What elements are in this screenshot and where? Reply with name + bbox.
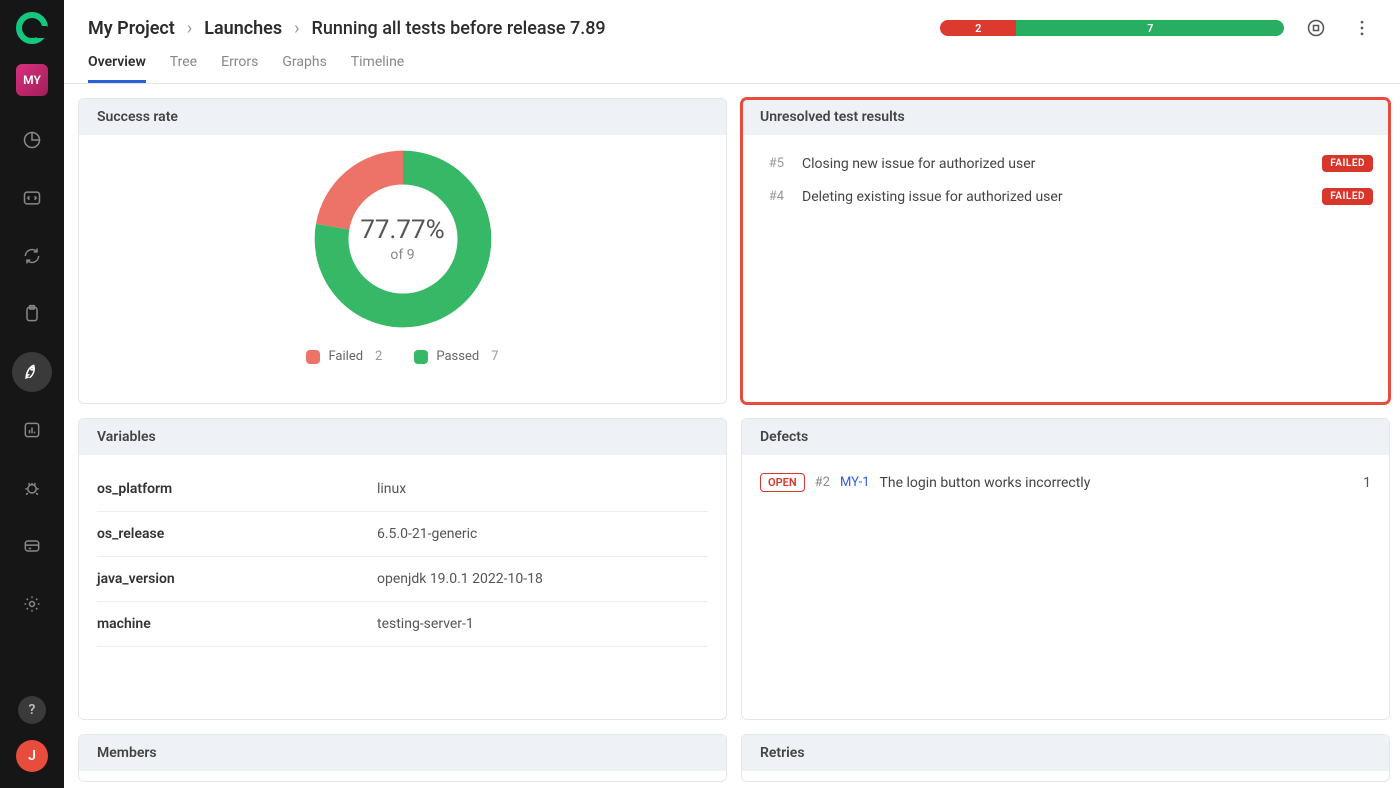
more-vert-icon[interactable] — [1348, 14, 1376, 42]
failed-badge: FAILED — [1322, 188, 1373, 205]
success-of-total: of 9 — [360, 247, 444, 263]
defect-title: The login button works incorrectly — [880, 475, 1091, 491]
project-badge[interactable]: MY — [16, 64, 48, 96]
legend-passed-count: 7 — [491, 349, 498, 364]
app-logo[interactable] — [16, 12, 48, 44]
pie-chart-icon[interactable] — [12, 120, 52, 160]
test-row[interactable]: #5 Closing new issue for authorized user… — [758, 147, 1373, 180]
variable-value: testing-server-1 — [377, 616, 474, 632]
tab-errors[interactable]: Errors — [221, 54, 258, 83]
card-icon[interactable] — [12, 526, 52, 566]
card-members: Members — [78, 734, 727, 782]
test-row[interactable]: #4 Deleting existing issue for authorize… — [758, 180, 1373, 213]
breadcrumb-project[interactable]: My Project — [88, 18, 175, 39]
card-header: Defects — [742, 419, 1389, 455]
defect-count: 1 — [1363, 475, 1371, 491]
defect-number: #2 — [815, 475, 830, 490]
card-unresolved-tests: Unresolved test results #5 Closing new i… — [741, 98, 1390, 404]
refresh-icon[interactable] — [12, 236, 52, 276]
test-name: Closing new issue for authorized user — [802, 156, 1304, 172]
breadcrumb: My Project › Launches › Running all test… — [88, 18, 606, 39]
defect-code-link[interactable]: MY-1 — [840, 475, 870, 490]
legend-passed[interactable]: Passed 7 — [414, 349, 498, 364]
tab-timeline[interactable]: Timeline — [351, 54, 404, 83]
variable-key: java_version — [97, 571, 377, 587]
legend-swatch-passed — [414, 350, 428, 364]
variable-row: os_release 6.5.0-21-generic — [97, 512, 708, 557]
success-rate-donut: 77.77% of 9 — [309, 145, 497, 333]
breadcrumb-title: Running all tests before release 7.89 — [312, 18, 606, 39]
tab-graphs[interactable]: Graphs — [282, 54, 326, 83]
card-success-rate: Success rate 77.77% of 9 — [78, 98, 727, 404]
code-icon[interactable] — [12, 178, 52, 218]
bug-icon[interactable] — [12, 468, 52, 508]
tab-tree[interactable]: Tree — [170, 54, 197, 83]
bar-chart-icon[interactable] — [12, 410, 52, 450]
card-header: Success rate — [79, 99, 726, 135]
variable-value: linux — [377, 481, 406, 497]
variable-row: machine testing-server-1 — [97, 602, 708, 647]
legend-passed-label: Passed — [436, 349, 479, 364]
status-bar[interactable]: 2 7 — [940, 20, 1284, 36]
status-bar-failed: 2 — [940, 20, 1016, 36]
chevron-right-icon: › — [294, 18, 299, 39]
variable-key: os_platform — [97, 481, 377, 497]
tab-overview[interactable]: Overview — [88, 54, 146, 83]
breadcrumb-section[interactable]: Launches — [204, 18, 282, 39]
success-percent: 77.77% — [360, 215, 444, 245]
variable-value: 6.5.0-21-generic — [377, 526, 477, 542]
clipboard-icon[interactable] — [12, 294, 52, 334]
failed-badge: FAILED — [1322, 155, 1373, 172]
tabs: Overview Tree Errors Graphs Timeline — [64, 42, 1400, 84]
card-variables: Variables os_platform linux os_release 6… — [78, 418, 727, 720]
card-header: Members — [79, 735, 726, 771]
variable-row: java_version openjdk 19.0.1 2022-10-18 — [97, 557, 708, 602]
open-badge: OPEN — [760, 473, 805, 492]
card-header: Unresolved test results — [742, 99, 1389, 135]
variable-value: openjdk 19.0.1 2022-10-18 — [377, 571, 543, 587]
legend-swatch-failed — [306, 350, 320, 364]
variable-row: os_platform linux — [97, 467, 708, 512]
sidebar: MY — [0, 0, 64, 788]
legend-failed-label: Failed — [328, 349, 363, 364]
defect-row[interactable]: OPEN #2 MY-1 The login button works inco… — [760, 467, 1371, 498]
gear-icon[interactable] — [12, 584, 52, 624]
stop-icon[interactable] — [1302, 14, 1330, 42]
test-name: Deleting existing issue for authorized u… — [802, 189, 1304, 205]
card-retries: Retries — [741, 734, 1390, 782]
variable-key: os_release — [97, 526, 377, 542]
help-icon[interactable]: ? — [18, 696, 46, 724]
legend-failed-count: 2 — [375, 349, 382, 364]
variable-key: machine — [97, 616, 377, 632]
topbar: My Project › Launches › Running all test… — [64, 0, 1400, 42]
test-number: #5 — [758, 156, 784, 171]
card-header: Variables — [79, 419, 726, 455]
user-avatar[interactable]: J — [16, 740, 48, 772]
legend-failed[interactable]: Failed 2 — [306, 349, 382, 364]
test-number: #4 — [758, 189, 784, 204]
rocket-icon[interactable] — [12, 352, 52, 392]
status-bar-passed: 7 — [1016, 20, 1284, 36]
chevron-right-icon: › — [187, 18, 192, 39]
card-defects: Defects OPEN #2 MY-1 The login button wo… — [741, 418, 1390, 720]
card-header: Retries — [742, 735, 1389, 771]
